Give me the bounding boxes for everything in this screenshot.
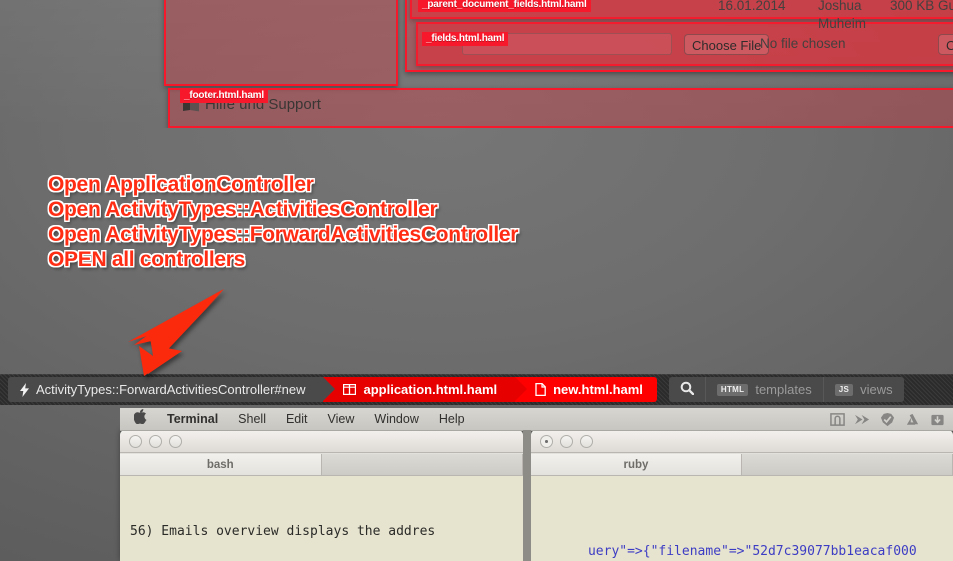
views-label: views bbox=[860, 382, 893, 397]
menu-status-icons bbox=[830, 412, 953, 427]
zoom-button[interactable] bbox=[169, 434, 182, 448]
macos-menu-bar: Terminal Shell Edit View Window Help bbox=[120, 408, 953, 431]
highlight-box-left bbox=[164, 0, 398, 86]
no-file-chosen-text: No file chosen bbox=[760, 36, 846, 51]
breadcrumb-controller[interactable]: ActivityTypes::ForwardActivitiesControll… bbox=[8, 377, 336, 402]
checkmark-badge-icon[interactable] bbox=[880, 412, 895, 427]
terminal-line: uery"=>{"filename"=>"52d7c39077bb1eacaf0… bbox=[531, 522, 953, 561]
download-box-icon[interactable] bbox=[930, 412, 945, 427]
annotation-text-block: Open ApplicationController Open Activity… bbox=[48, 172, 518, 272]
ruby-terminal-output: uery"=>{"filename"=>"52d7c39077bb1eacaf0… bbox=[531, 476, 953, 561]
templates-label: templates bbox=[755, 382, 812, 397]
toggle-views[interactable]: JS views bbox=[822, 377, 904, 402]
menu-view[interactable]: View bbox=[318, 412, 365, 426]
annotation-line-4: OPEN all controllers bbox=[48, 248, 246, 271]
window-manager-icon[interactable] bbox=[830, 412, 845, 427]
bash-terminal-output: 56) Emails overview displays the addres … bbox=[120, 476, 523, 561]
lightning-bolt-icon bbox=[20, 382, 29, 397]
annotation-line-1: Open ApplicationController bbox=[48, 173, 314, 196]
tab-ruby[interactable]: ruby bbox=[531, 454, 742, 475]
google-drive-icon[interactable] bbox=[905, 412, 920, 427]
search-button[interactable] bbox=[669, 377, 705, 402]
menu-terminal[interactable]: Terminal bbox=[157, 412, 228, 426]
tab-bash[interactable]: bash bbox=[120, 454, 322, 475]
page-text-column-truncated: Gu bbox=[938, 0, 953, 13]
fast-forward-icon[interactable] bbox=[855, 412, 870, 427]
annotation-arrow-icon bbox=[128, 289, 224, 376]
toggle-templates[interactable]: HTML templates bbox=[704, 377, 823, 402]
truncated-right-button[interactable]: C bbox=[938, 34, 953, 55]
ruby-terminal-tabs: ruby bbox=[531, 453, 953, 476]
label-parent-document-fields: _parent_document_fields.html.haml bbox=[418, 0, 591, 12]
terminal-window-divider bbox=[523, 430, 531, 561]
file-icon bbox=[535, 382, 546, 397]
page-text-author-1: Joshua bbox=[818, 0, 862, 13]
tab-bash-secondary[interactable] bbox=[321, 454, 523, 475]
menu-shell[interactable]: Shell bbox=[228, 412, 276, 426]
zoom-button[interactable] bbox=[580, 434, 593, 448]
menu-window[interactable]: Window bbox=[364, 412, 428, 426]
annotation-line-2: Open ActivityTypes::ActivitiesController bbox=[48, 198, 438, 221]
breadcrumb-controller-label: ActivityTypes::ForwardActivitiesControll… bbox=[36, 382, 306, 397]
page-text-size: 300 KB bbox=[890, 0, 935, 13]
apple-logo-icon[interactable] bbox=[120, 409, 157, 429]
js-badge: JS bbox=[834, 383, 854, 396]
label-footer: _footer.html.haml bbox=[180, 89, 268, 103]
page-text-date: 16.01.2014 bbox=[718, 0, 786, 13]
choose-file-button[interactable]: Choose File bbox=[684, 34, 770, 55]
close-button[interactable] bbox=[540, 434, 553, 448]
ruby-terminal-titlebar bbox=[531, 430, 953, 453]
bash-terminal-tabs: bash bbox=[120, 453, 523, 476]
annotation-line-3: Open ActivityTypes::ForwardActivitiesCon… bbox=[48, 223, 519, 246]
breadcrumb-template[interactable]: new.html.haml bbox=[515, 377, 657, 402]
inspected-page-region: 16.01.2014 Joshua Muheim 300 KB Gu Choos… bbox=[0, 0, 953, 128]
toolbar-controls-group: HTML templates JS views bbox=[668, 377, 904, 402]
html-badge: HTML bbox=[716, 383, 749, 396]
tab-ruby-secondary[interactable] bbox=[742, 454, 953, 475]
bash-terminal[interactable]: bash 56) Emails overview displays the ad… bbox=[120, 430, 523, 561]
breadcrumb-layout-label: application.html.haml bbox=[363, 382, 498, 397]
terminal-line: 56) Emails overview displays the addres bbox=[130, 524, 436, 539]
menu-edit[interactable]: Edit bbox=[276, 412, 318, 426]
minimize-button[interactable] bbox=[149, 434, 162, 448]
terminal-segment: uery"=>{"filename"=>"52d7c39077bb1eacaf0… bbox=[587, 544, 917, 559]
bash-terminal-titlebar bbox=[120, 430, 523, 453]
breadcrumb-template-label: new.html.haml bbox=[553, 382, 643, 397]
label-fields: _fields.html.haml bbox=[422, 32, 509, 46]
close-button[interactable] bbox=[129, 434, 142, 448]
breadcrumb-layout[interactable]: application.html.haml bbox=[323, 377, 527, 402]
page-text-author-2: Muheim bbox=[818, 16, 867, 31]
ruby-terminal[interactable]: ruby uery"=>{"filename"=>"52d7c39077bb1e… bbox=[531, 430, 953, 561]
minimize-button[interactable] bbox=[560, 434, 573, 448]
magnifier-icon bbox=[680, 381, 695, 398]
menu-help[interactable]: Help bbox=[429, 412, 475, 426]
layout-columns-icon bbox=[343, 383, 357, 396]
